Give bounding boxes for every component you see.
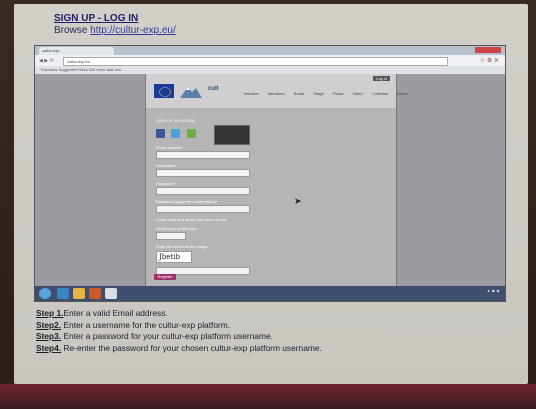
username-field[interactable] xyxy=(156,169,250,177)
mountain-logo xyxy=(180,87,202,98)
signup-heading: SIGN UP VIA SOCIAL xyxy=(156,118,196,123)
website-page: Log in cult Member Members Route Stage P… xyxy=(145,74,407,286)
bookmarks-bar[interactable]: Favorites Suggested Sites Get more add-o… xyxy=(35,66,505,74)
menu-item[interactable]: Members xyxy=(268,91,285,96)
terms-checkbox[interactable]: I have read and accept the terms of use xyxy=(156,217,326,222)
twitter-icon[interactable] xyxy=(171,129,181,138)
menu-item[interactable]: About xyxy=(397,91,407,96)
site-logo-text: cult xyxy=(208,86,219,92)
menu-item[interactable]: Cultivitas xyxy=(372,91,388,96)
menu-item[interactable]: Route xyxy=(294,91,305,96)
browse-line: Browse http://cultur-exp.eu/ xyxy=(54,25,176,36)
step-item: Step 1.Enter a valid Email address. xyxy=(36,308,168,318)
eu-flag-logo xyxy=(154,84,174,98)
browser-screenshot: cultur-exp ◀ ▶ ⟳ cultur-exp.eu ☆ ⚙ ✕ Fav… xyxy=(34,45,506,302)
social-login-row xyxy=(156,125,326,145)
facebook-icon[interactable] xyxy=(156,129,165,138)
menu-item[interactable]: Video xyxy=(353,91,363,96)
google-icon[interactable] xyxy=(186,129,196,138)
menu-item[interactable]: Photo xyxy=(333,91,343,96)
page-title: SIGN UP - LOG IN xyxy=(54,13,139,24)
page-edge xyxy=(0,384,536,409)
browse-label: Browse xyxy=(54,25,88,36)
system-clock: ▲ ◆ ◀ xyxy=(486,288,499,293)
profile-label: Select your profile type xyxy=(156,226,197,231)
featured-thumbnail[interactable] xyxy=(214,125,250,145)
register-button[interactable]: Register xyxy=(154,274,176,280)
media-icon[interactable] xyxy=(89,288,101,299)
signup-form: SIGN UP VIA SOCIAL Email address* Userna… xyxy=(156,114,326,275)
step-item: Step2. Enter a username for the cultur-e… xyxy=(36,319,231,330)
email-label: Email address* xyxy=(156,145,183,150)
browser-tab[interactable]: cultur-exp xyxy=(39,47,114,55)
window-controls[interactable] xyxy=(475,47,501,53)
login-link[interactable]: Log in xyxy=(373,76,390,81)
toolbar-icon[interactable]: ☆ ⚙ ✕ xyxy=(480,57,499,64)
menu-item[interactable]: Stage xyxy=(313,91,323,96)
email-field[interactable] xyxy=(156,151,250,159)
site-menu: Member Members Route Stage Photo Video C… xyxy=(244,91,415,96)
step-item: Step4. Re-enter the password for your ch… xyxy=(36,342,322,353)
step-item: Step3. Enter a password for your cultur-… xyxy=(36,331,273,341)
captcha-prompt: Enter the text from the image xyxy=(156,244,208,249)
windows-taskbar: ▲ ◆ ◀ xyxy=(35,286,505,301)
browser-titlebar: cultur-exp xyxy=(35,46,505,55)
url-field[interactable]: cultur-exp.eu xyxy=(63,57,448,66)
password-label: Password* xyxy=(156,181,176,186)
back-forward-icon[interactable]: ◀ ▶ ⟳ xyxy=(39,58,54,64)
password-confirm-field[interactable] xyxy=(156,205,250,213)
profile-select[interactable] xyxy=(156,232,186,240)
start-icon[interactable] xyxy=(39,288,51,299)
site-link[interactable]: http://cultur-exp.eu/ xyxy=(90,25,176,36)
menu-item[interactable]: Member xyxy=(244,91,259,96)
instructions: Step 1.Enter a valid Email address. Step… xyxy=(36,308,322,354)
password-field[interactable] xyxy=(156,187,250,195)
chrome-icon[interactable] xyxy=(105,288,117,299)
ie-icon[interactable] xyxy=(57,288,69,299)
site-header: Log in cult Member Members Route Stage P… xyxy=(146,74,407,108)
mouse-cursor-icon: ➤ xyxy=(294,196,302,206)
folder-icon[interactable] xyxy=(73,288,85,299)
address-bar: ◀ ▶ ⟳ cultur-exp.eu ☆ ⚙ ✕ xyxy=(35,55,505,66)
username-label: Username* xyxy=(156,163,177,168)
captcha-image: Jbetib xyxy=(156,251,192,263)
